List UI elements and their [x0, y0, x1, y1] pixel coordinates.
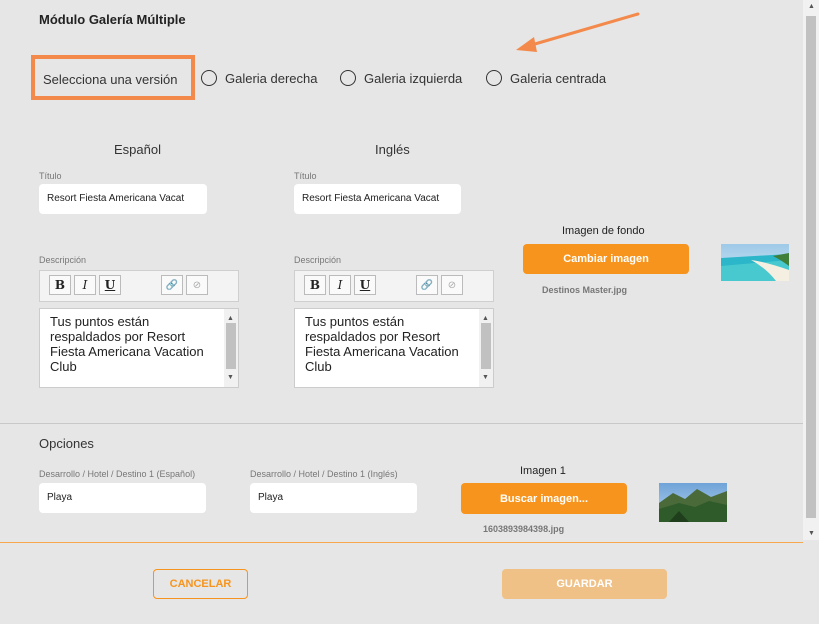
background-image-filename: Destinos Master.jpg	[542, 285, 628, 295]
radio-label: Galeria derecha	[225, 70, 318, 86]
underline-button[interactable]: U	[354, 275, 376, 295]
option-english-label: Desarrollo / Hotel / Destino 1 (Inglés)	[250, 469, 398, 479]
modal-title: Módulo Galería Múltiple	[39, 12, 186, 27]
english-desc-editor: B I U 🔗 ⊘ Tus puntos están respaldados p…	[294, 270, 494, 388]
english-title-input[interactable]: Resort Fiesta Americana Vacat	[294, 184, 461, 214]
main-scrollbar[interactable]: ▲ ▼	[803, 0, 819, 540]
scroll-up-icon[interactable]: ▲	[808, 3, 815, 10]
bold-button[interactable]: B	[49, 275, 71, 295]
scroll-down-icon[interactable]: ▼	[808, 530, 815, 537]
unlink-icon[interactable]: ⊘	[186, 275, 208, 295]
spanish-header: Español	[114, 142, 161, 157]
english-header: Inglés	[375, 142, 410, 157]
radio-circle[interactable]	[201, 70, 217, 86]
annotation-arrow-icon	[516, 12, 640, 52]
scroll-thumb[interactable]	[226, 323, 236, 369]
radio-label: Galeria izquierda	[364, 70, 463, 86]
cancel-button[interactable]: CANCELAR	[153, 569, 248, 599]
radio-circle[interactable]	[340, 70, 356, 86]
spanish-desc-textarea[interactable]: Tus puntos están respaldados por Resort …	[39, 308, 239, 388]
version-highlight-box: Selecciona una versión	[31, 55, 195, 100]
version-label: Selecciona una versión	[43, 72, 178, 87]
english-desc-textarea[interactable]: Tus puntos están respaldados por Resort …	[294, 308, 494, 388]
spanish-desc-editor: B I U 🔗 ⊘ Tus puntos están respaldados p…	[39, 270, 239, 388]
image-1-thumbnail	[659, 483, 727, 522]
italic-button[interactable]: I	[74, 275, 96, 295]
option-english-input[interactable]: Playa	[250, 483, 417, 513]
option-spanish-label: Desarrollo / Hotel / Destino 1 (Español)	[39, 469, 196, 479]
scroll-thumb[interactable]	[481, 323, 491, 369]
bold-button[interactable]: B	[304, 275, 326, 295]
spanish-title-input[interactable]: Resort Fiesta Americana Vacat	[39, 184, 207, 214]
radio-label: Galeria centrada	[510, 70, 607, 86]
spanish-desc-text: Tus puntos están respaldados por Resort …	[50, 314, 204, 374]
radio-galeria-izquierda[interactable]: Galeria izquierda	[340, 69, 462, 87]
editor-scrollbar[interactable]: ▲ ▼	[224, 309, 238, 387]
english-title-label: Título	[294, 171, 317, 181]
options-title: Opciones	[39, 436, 94, 451]
image-1-filename: 1603893984398.jpg	[483, 524, 565, 534]
spanish-desc-label: Descripción	[39, 255, 87, 265]
change-image-button[interactable]: Cambiar imagen	[523, 244, 689, 274]
italic-button[interactable]: I	[329, 275, 351, 295]
scroll-down-icon[interactable]: ▼	[227, 370, 234, 385]
image-1-label: Imagen 1	[520, 465, 566, 477]
unlink-icon[interactable]: ⊘	[441, 275, 463, 295]
underline-button[interactable]: U	[99, 275, 121, 295]
save-button[interactable]: GUARDAR	[502, 569, 667, 599]
radio-galeria-centrada[interactable]: Galeria centrada	[486, 69, 606, 87]
section-divider	[0, 423, 803, 424]
scroll-down-icon[interactable]: ▼	[482, 370, 489, 385]
english-desc-label: Descripción	[294, 255, 342, 265]
editor-toolbar: B I U 🔗 ⊘	[39, 270, 239, 302]
radio-galeria-derecha[interactable]: Galeria derecha	[201, 69, 318, 87]
footer-divider	[0, 542, 803, 543]
background-image-thumbnail	[721, 244, 789, 281]
option-spanish-input[interactable]: Playa	[39, 483, 206, 513]
version-selector: Selecciona una versión Galeria derecha G…	[31, 55, 651, 101]
link-icon[interactable]: 🔗	[161, 275, 183, 295]
editor-scrollbar[interactable]: ▲ ▼	[479, 309, 493, 387]
scroll-thumb[interactable]	[806, 16, 816, 518]
background-image-label: Imagen de fondo	[562, 225, 645, 237]
english-desc-text: Tus puntos están respaldados por Resort …	[305, 314, 459, 374]
radio-circle[interactable]	[486, 70, 502, 86]
link-icon[interactable]: 🔗	[416, 275, 438, 295]
spanish-title-label: Título	[39, 171, 62, 181]
editor-toolbar: B I U 🔗 ⊘	[294, 270, 494, 302]
search-image-button[interactable]: Buscar imagen...	[461, 483, 627, 514]
